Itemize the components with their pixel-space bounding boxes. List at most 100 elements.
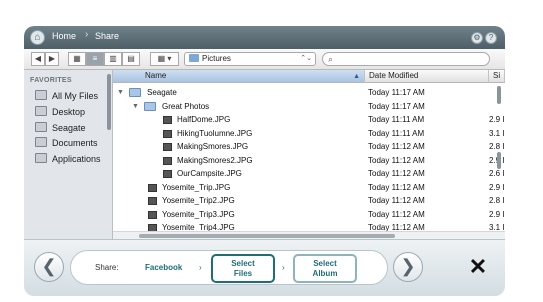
search-input[interactable]: ⌕ bbox=[322, 52, 490, 66]
file-row[interactable]: Yosemite_Trip2.JPG Today 11:12 AM 2.8 I bbox=[113, 194, 505, 207]
sidebar-item-label: Desktop bbox=[52, 107, 86, 117]
close-icon[interactable]: ✕ bbox=[466, 255, 490, 279]
column-header-name[interactable]: Name ▲ bbox=[113, 70, 365, 83]
help-icon[interactable]: ? bbox=[485, 32, 497, 44]
coverflow-view-button[interactable]: ▤ bbox=[122, 52, 140, 66]
file-name: HikingTuolumne.JPG bbox=[177, 128, 253, 138]
folder-row[interactable]: ▼ Great Photos Today 11:17 AM bbox=[113, 100, 505, 113]
image-file-icon bbox=[148, 197, 157, 205]
column-view-button[interactable]: ▥ bbox=[104, 52, 122, 66]
sidebar: FAVORITES All My Files Desktop Seagate D… bbox=[24, 70, 113, 239]
applications-icon bbox=[35, 153, 47, 163]
back-button[interactable]: ❮ bbox=[34, 252, 64, 282]
date-modified: Today 11:11 AM bbox=[368, 115, 425, 124]
select-files-label-line1: Select bbox=[231, 259, 255, 268]
scrollbar-thumb[interactable] bbox=[497, 86, 501, 104]
select-album-label-line1: Select bbox=[313, 259, 337, 268]
file-browser-window: ⌂ Home › Share ⚙ ? ◀ ▶ ▦ ≡ ▥ ▤ ▦ ▾ Pictu… bbox=[24, 26, 505, 239]
location-select[interactable]: Pictures ⌃⌄ bbox=[184, 52, 316, 66]
file-list: Name ▲ Date Modified Si ▼ Seagate Today 11… bbox=[113, 70, 505, 239]
date-modified: Today 11:17 AM bbox=[368, 88, 425, 97]
sidebar-item-label: Applications bbox=[52, 154, 101, 164]
file-name: Yosemite_Trip3.JPG bbox=[162, 209, 235, 219]
sort-ascending-icon: ▲ bbox=[353, 73, 360, 80]
column-header-date[interactable]: Date Modified bbox=[365, 70, 489, 83]
vertical-scrollbar[interactable] bbox=[497, 86, 501, 232]
file-name: OurCampsite.JPG bbox=[177, 169, 242, 178]
select-files-button[interactable]: Select Files bbox=[211, 254, 275, 283]
folder-icon bbox=[129, 88, 141, 97]
column-header-size[interactable]: Si bbox=[489, 70, 505, 83]
file-row[interactable]: Yosemite_Trip.JPG Today 11:12 AM 2.9 I bbox=[113, 181, 505, 194]
sidebar-scrollbar[interactable] bbox=[107, 74, 111, 130]
sidebar-title: FAVORITES bbox=[30, 77, 72, 84]
image-file-icon bbox=[163, 170, 172, 178]
file-name: Great Photos bbox=[162, 101, 210, 111]
image-file-icon bbox=[163, 143, 172, 151]
sidebar-item-documents[interactable]: Documents bbox=[35, 136, 98, 150]
sidebar-item-applications[interactable]: Applications bbox=[35, 152, 101, 166]
date-modified: Today 11:11 AM bbox=[368, 128, 425, 138]
date-modified: Today 11:12 AM bbox=[368, 142, 425, 151]
file-row[interactable]: OurCampsite.JPG Today 11:12 AM 2.6 I bbox=[113, 167, 505, 180]
step-arrow-icon: › bbox=[199, 263, 202, 272]
chevron-updown-icon: ⌃⌄ bbox=[300, 55, 312, 62]
home-icon[interactable]: ⌂ bbox=[30, 30, 45, 45]
image-file-icon bbox=[163, 116, 172, 124]
file-row[interactable]: HikingTuolumne.JPG Today 11:11 AM 3.1 I bbox=[113, 127, 505, 140]
file-name: Yosemite_Trip.JPG bbox=[162, 182, 231, 192]
disclosure-triangle-icon[interactable]: ▼ bbox=[117, 86, 124, 99]
image-file-icon bbox=[148, 210, 157, 219]
gear-icon[interactable]: ⚙ bbox=[471, 32, 483, 44]
breadcrumb-separator: › bbox=[85, 29, 89, 40]
folder-icon bbox=[144, 101, 156, 111]
file-name: MakingSmores2.JPG bbox=[177, 155, 253, 165]
date-modified: Today 11:12 AM bbox=[368, 155, 425, 165]
sidebar-item-seagate[interactable]: Seagate bbox=[35, 121, 86, 135]
sidebar-item-label: Documents bbox=[52, 138, 98, 148]
file-name: Yosemite_Trip2.JPG bbox=[162, 196, 235, 205]
breadcrumb-share: Share bbox=[95, 31, 120, 41]
back-arrow-icon[interactable]: ◀ bbox=[31, 52, 45, 66]
horizontal-scrollbar[interactable] bbox=[113, 231, 505, 239]
search-icon: ⌕ bbox=[328, 54, 334, 64]
desktop-icon bbox=[35, 106, 47, 116]
icon-view-button[interactable]: ▦ bbox=[68, 52, 86, 66]
date-modified: Today 11:17 AM bbox=[368, 101, 425, 111]
file-row[interactable]: MakingSmores2.JPG Today 11:12 AM 2.9 I bbox=[113, 154, 505, 167]
action-bar: ❮ Share: Facebook › Select Files › Selec… bbox=[24, 239, 505, 296]
forward-arrow-icon[interactable]: ▶ bbox=[45, 52, 59, 66]
folder-row[interactable]: ▼ Seagate Today 11:17 AM bbox=[113, 86, 505, 99]
file-name: HalfDome.JPG bbox=[177, 115, 231, 124]
share-steps: Share: Facebook › Select Files › Select … bbox=[70, 250, 388, 285]
date-modified: Today 11:12 AM bbox=[368, 209, 425, 219]
toolbar: ◀ ▶ ▦ ≡ ▥ ▤ ▦ ▾ Pictures ⌃⌄ ⌕ bbox=[24, 49, 505, 70]
forward-button[interactable]: ❯ bbox=[393, 252, 423, 282]
scrollbar-thumb-secondary[interactable] bbox=[497, 152, 501, 169]
sidebar-item-desktop[interactable]: Desktop bbox=[35, 105, 85, 119]
breadcrumb-home[interactable]: Home bbox=[52, 31, 76, 41]
share-dialog: ⌂ Home › Share ⚙ ? ◀ ▶ ▦ ≡ ▥ ▤ ▦ ▾ Pictu… bbox=[0, 0, 543, 302]
date-modified: Today 11:12 AM bbox=[368, 196, 425, 205]
image-file-icon bbox=[163, 156, 172, 165]
folder-icon bbox=[189, 54, 199, 62]
horizontal-scrollbar-thumb[interactable] bbox=[139, 234, 395, 238]
documents-icon bbox=[35, 137, 47, 147]
file-name: Seagate bbox=[147, 88, 177, 97]
image-file-icon bbox=[163, 129, 172, 138]
file-row[interactable]: Yosemite_Trip3.JPG Today 11:12 AM 2.9 I bbox=[113, 208, 505, 221]
column-header-name-label: Name bbox=[145, 71, 167, 80]
step-arrow-icon: › bbox=[282, 263, 285, 272]
file-row[interactable]: HalfDome.JPG Today 11:11 AM 2.9 I bbox=[113, 113, 505, 126]
file-name: MakingSmores.JPG bbox=[177, 142, 249, 151]
title-bar: ⌂ Home › Share ⚙ ? bbox=[24, 26, 505, 49]
sidebar-item-all-my-files[interactable]: All My Files bbox=[35, 89, 98, 103]
date-modified: Today 11:12 AM bbox=[368, 182, 425, 192]
share-target-facebook[interactable]: Facebook bbox=[145, 263, 182, 272]
file-row[interactable]: MakingSmores.JPG Today 11:12 AM 2.8 I bbox=[113, 140, 505, 153]
list-view-button[interactable]: ≡ bbox=[86, 52, 104, 66]
arrange-menu-button[interactable]: ▦ ▾ bbox=[150, 52, 179, 66]
disclosure-triangle-icon[interactable]: ▼ bbox=[132, 100, 139, 113]
select-album-button[interactable]: Select Album bbox=[293, 254, 357, 283]
date-modified: Today 11:12 AM bbox=[368, 169, 425, 178]
